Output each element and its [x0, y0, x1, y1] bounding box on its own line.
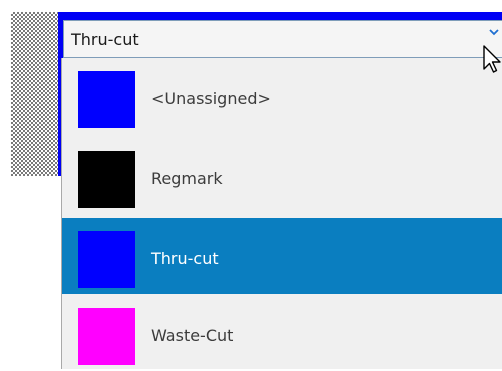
list-item-label: <Unassigned> [151, 89, 271, 108]
color-swatch [78, 308, 135, 365]
color-swatch [78, 231, 135, 288]
list-item-regmark[interactable]: Regmark [62, 138, 502, 214]
list-item-thru-cut[interactable]: Thru-cut [62, 218, 502, 294]
transparency-checker-background [11, 12, 58, 176]
list-item-label: Thru-cut [151, 249, 219, 268]
list-item-label: Waste-Cut [151, 326, 234, 345]
list-item-label: Regmark [151, 169, 223, 188]
list-item-waste-cut[interactable]: Waste-Cut [62, 295, 502, 371]
chevron-down-icon[interactable] [488, 26, 500, 38]
combobox-selected-value: Thru-cut [71, 30, 139, 49]
color-swatch [78, 71, 135, 128]
color-swatch [78, 151, 135, 208]
mouse-pointer-icon [483, 45, 501, 73]
cut-style-dropdown-list: <Unassigned> Regmark Thru-cut Waste-Cut [61, 58, 502, 369]
cut-style-combobox[interactable]: Thru-cut [63, 20, 502, 58]
list-item-unassigned[interactable]: <Unassigned> [62, 58, 502, 134]
